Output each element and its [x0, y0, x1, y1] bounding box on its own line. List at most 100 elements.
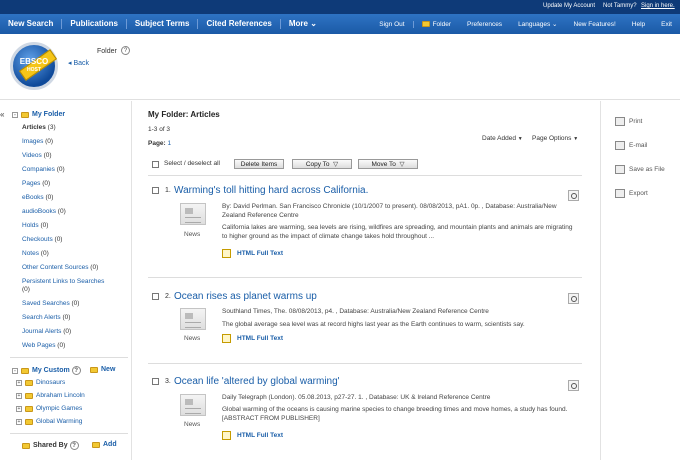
result-title-link[interactable]: Warming's toll hitting hard across Calif…	[174, 185, 368, 196]
email-tool[interactable]: E-mail	[615, 141, 647, 150]
nav-new-search[interactable]: New Search	[0, 19, 63, 29]
sidebar-item-web-pages[interactable]: Web Pages (0)	[22, 342, 65, 349]
sidebar-item-label: Search Alerts	[22, 314, 61, 321]
result-checkbox[interactable]	[152, 378, 159, 385]
page-options-dropdown[interactable]: Page Options ▼	[532, 135, 578, 142]
help-icon[interactable]: ?	[69, 441, 79, 450]
help-icon[interactable]: ?	[71, 366, 81, 375]
expand-icon[interactable]: +	[16, 405, 22, 412]
copy-to-button[interactable]: Copy To ▽	[292, 159, 352, 169]
sidebar-item-checkouts[interactable]: Checkouts (0)	[22, 236, 62, 243]
result-checkbox[interactable]	[152, 293, 159, 300]
custom-folder-olympic-games[interactable]: + Olympic Games	[16, 405, 82, 412]
export-tool[interactable]: Export	[615, 189, 648, 198]
custom-folder-global-warming[interactable]: + Global Warming	[16, 418, 82, 425]
nav-exit[interactable]: Exit	[653, 21, 680, 28]
nav-languages[interactable]: Languages ⌄	[510, 20, 565, 29]
add-shared-button[interactable]: Add	[92, 441, 117, 448]
result-abstract: California lakes are warming, sea levels…	[222, 224, 573, 240]
sidebar-item-videos[interactable]: Videos (0)	[22, 152, 52, 159]
result-title-link[interactable]: Ocean rises as planet warms up	[174, 291, 317, 302]
nav-subject-terms[interactable]: Subject Terms	[127, 19, 199, 29]
nav-publications[interactable]: Publications	[62, 19, 127, 29]
expand-icon[interactable]: +	[16, 418, 22, 425]
sidebar-item-other-content-sources[interactable]: Other Content Sources (0)	[22, 264, 98, 271]
divider	[148, 175, 582, 176]
pagination: Page: 1	[148, 140, 171, 147]
sidebar-item-saved-searches[interactable]: Saved Searches (0)	[22, 300, 79, 307]
expand-icon[interactable]: +	[16, 392, 22, 399]
ebsco-host-logo[interactable]: EBSCO HOST	[10, 42, 58, 90]
collapse-icon[interactable]: -	[12, 367, 18, 374]
sidebar-item-images[interactable]: Images (0)	[22, 138, 53, 145]
sidebar-item-notes[interactable]: Notes (0)	[22, 250, 49, 257]
preview-magnifier-icon[interactable]	[568, 293, 579, 304]
html-full-text-link[interactable]: HTML Full Text	[222, 334, 283, 343]
sort-dropdown[interactable]: Date Added ▼	[482, 135, 523, 142]
collapse-icon[interactable]: -	[12, 111, 18, 118]
page-label: Page:	[148, 140, 166, 147]
collapse-sidebar-icon[interactable]: «	[0, 110, 8, 122]
custom-folder-label: Abraham Lincoln	[36, 392, 85, 399]
update-account-link[interactable]: Update My Account	[543, 3, 595, 9]
tool-label: Print	[629, 118, 643, 125]
nav-help[interactable]: Help	[624, 21, 653, 28]
content-title: My Folder: Articles	[148, 110, 220, 119]
sidebar-item-audiobooks[interactable]: audioBooks (0)	[22, 208, 66, 215]
move-to-button[interactable]: Move To ▽	[358, 159, 418, 169]
help-icon[interactable]: ?	[121, 46, 130, 55]
nav-new-features[interactable]: New Features!	[566, 21, 624, 28]
my-custom-label: My Custom	[32, 367, 70, 374]
divider	[148, 277, 582, 278]
tool-label: Export	[629, 190, 648, 197]
shared-by-label: Shared By	[33, 442, 68, 449]
folder-icon	[421, 21, 430, 27]
select-all-label: Select / deselect all	[164, 160, 221, 167]
nav-cited-references[interactable]: Cited References	[198, 19, 281, 29]
sidebar-item-count: (0)	[42, 180, 51, 187]
nav-folder[interactable]: Folder	[414, 21, 459, 28]
sidebar-item-count: (0)	[62, 314, 71, 321]
preview-magnifier-icon[interactable]	[568, 190, 579, 201]
sign-in-link[interactable]: Sign in here.	[641, 3, 675, 9]
html-full-text-link[interactable]: HTML Full Text	[222, 431, 283, 440]
sidebar-item-label: Companies	[22, 166, 55, 173]
new-folder-button[interactable]: New	[90, 366, 115, 373]
sidebar-item-label: Images	[22, 138, 44, 145]
nav-preferences[interactable]: Preferences	[459, 21, 510, 28]
custom-folder-abraham-lincoln[interactable]: + Abraham Lincoln	[16, 392, 85, 399]
sidebar-item-companies[interactable]: Companies (0)	[22, 166, 65, 173]
sidebar-item-holds[interactable]: Holds (0)	[22, 222, 48, 229]
expand-icon[interactable]: +	[16, 379, 22, 386]
back-link[interactable]: ◂ Back	[68, 59, 89, 67]
news-thumbnail-icon	[180, 203, 206, 225]
sidebar-item-pages[interactable]: Pages (0)	[22, 180, 50, 187]
my-custom-heading[interactable]: - My Custom ?	[12, 366, 81, 375]
printer-icon	[615, 117, 625, 126]
html-full-text-label: HTML Full Text	[237, 335, 283, 342]
page-number-link[interactable]: 1	[168, 140, 172, 147]
tool-label: Save as File	[629, 166, 665, 173]
sidebar-item-journal-alerts[interactable]: Journal Alerts (0)	[22, 328, 71, 335]
result-checkbox[interactable]	[152, 187, 159, 194]
result-title-link[interactable]: Ocean life 'altered by global warming'	[174, 376, 340, 387]
sidebar-item-persistent-links[interactable]: Persistent Links to Searches (0)	[22, 278, 114, 294]
sidebar-item-ebooks[interactable]: eBooks (0)	[22, 194, 53, 201]
preview-magnifier-icon[interactable]	[568, 380, 579, 391]
print-tool[interactable]: Print	[615, 117, 642, 126]
save-as-file-tool[interactable]: Save as File	[615, 165, 665, 174]
sidebar-item-search-alerts[interactable]: Search Alerts (0)	[22, 314, 70, 321]
publication-type: News	[184, 335, 201, 342]
select-all-checkbox[interactable]	[152, 161, 159, 168]
my-folder-heading[interactable]: - My Folder	[12, 111, 65, 118]
top-account-bar: Update My Account Not Tammy? Sign in her…	[0, 0, 680, 14]
sidebar-item-articles[interactable]: Articles (3)	[22, 124, 56, 131]
delete-items-button[interactable]: Delete Items	[234, 159, 284, 169]
custom-folder-dinosaurs[interactable]: + Dinosaurs	[16, 379, 65, 386]
copy-to-label: Copy To	[305, 160, 330, 168]
nav-more[interactable]: More ⌄	[281, 19, 325, 29]
sidebar-item-label: Saved Searches	[22, 300, 70, 307]
sidebar-item-count: (0)	[43, 152, 52, 159]
nav-sign-out[interactable]: Sign Out	[371, 20, 414, 28]
html-full-text-link[interactable]: HTML Full Text	[222, 249, 283, 258]
